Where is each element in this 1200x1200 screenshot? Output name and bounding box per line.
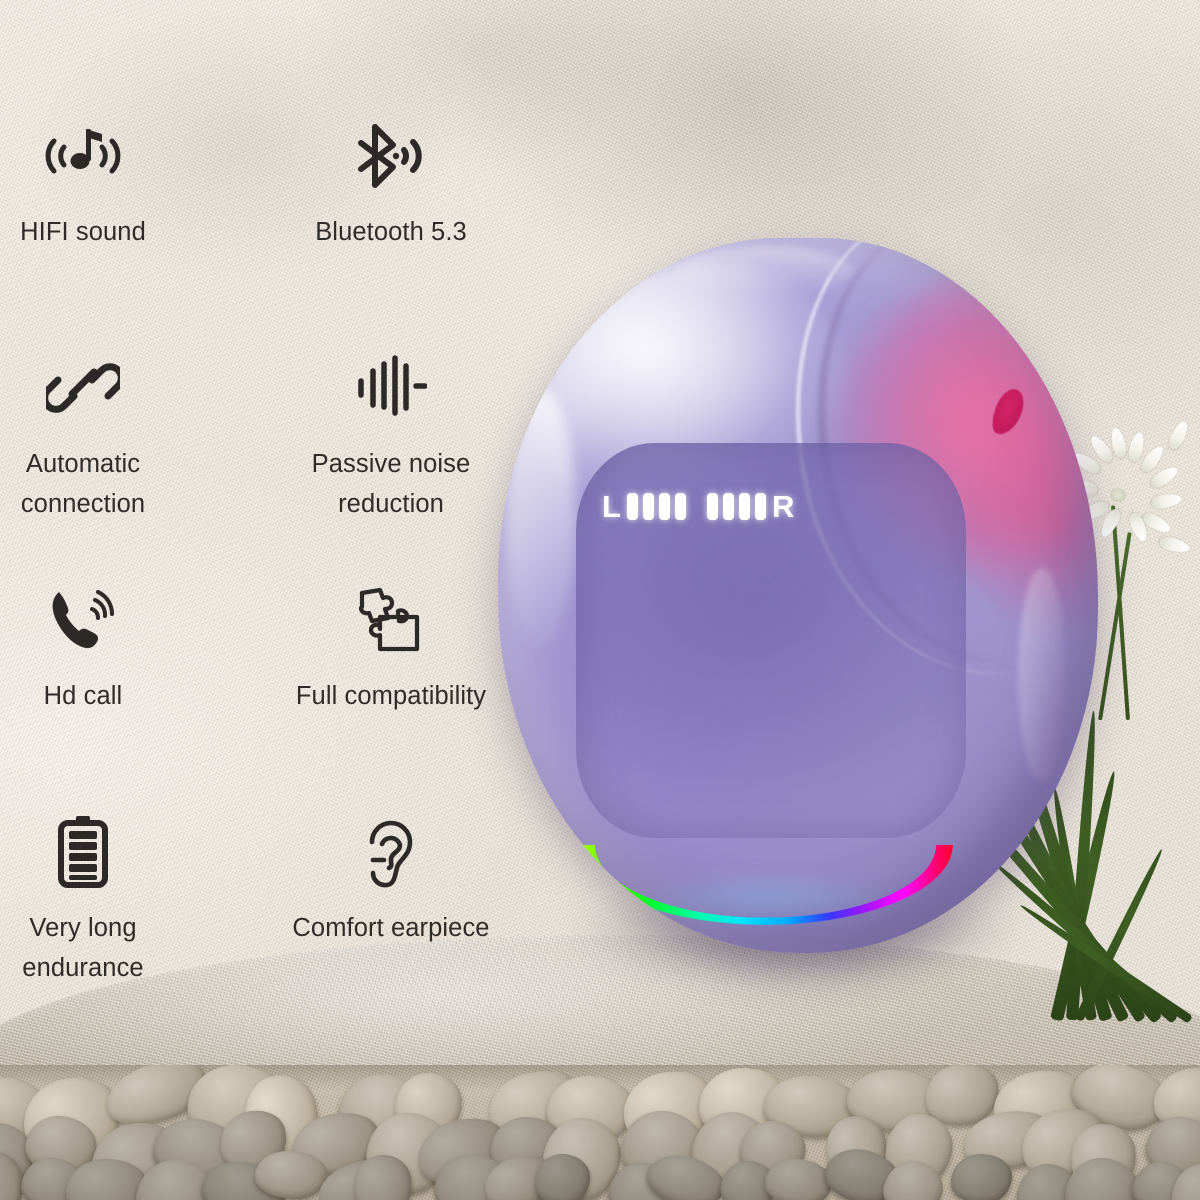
battery-percent-digits [614, 555, 934, 805]
case-body: L R [498, 238, 1098, 953]
rgb-light-strip [578, 823, 953, 928]
pebble-bed [0, 1065, 1200, 1200]
feature-item: Automatic connection [0, 350, 250, 582]
feature-item: Hd call [0, 582, 250, 814]
feature-item: HIFI sound [0, 118, 250, 350]
bluetooth-signal-icon [348, 118, 434, 194]
feature-label: Bluetooth 5.3 [315, 218, 467, 246]
feature-item: Comfort earpiece [250, 814, 520, 1046]
battery-bar [722, 492, 734, 520]
battery-bar [674, 492, 686, 520]
flower-center [1110, 488, 1126, 502]
battery-bar-group [626, 492, 686, 520]
battery-bar-group [706, 492, 766, 520]
feature-item: Very long endurance [0, 814, 250, 1046]
chain-link-icon [40, 350, 126, 426]
left-channel-label: L [602, 488, 621, 524]
earbud-case: L R [498, 238, 1098, 988]
pebble [534, 1153, 591, 1200]
battery-bar [706, 492, 718, 520]
feature-label: Very long endurance [22, 914, 144, 982]
feature-label: Full compatibility [295, 682, 487, 710]
feature-label: Passive noise reduction [311, 450, 471, 518]
phone-handset-waves-icon [40, 582, 126, 658]
pebble [950, 1154, 1012, 1200]
battery-bar [754, 492, 766, 520]
ear-icon [348, 814, 434, 890]
puzzle-pieces-icon [348, 582, 434, 658]
digit-ones [802, 564, 938, 796]
battery-bar [626, 492, 638, 520]
flower-petal [1150, 491, 1183, 511]
battery-bar [658, 492, 670, 520]
feature-label: Automatic connection [20, 450, 146, 518]
battery-full-icon [40, 814, 126, 890]
music-note-sound-waves-icon [40, 118, 126, 194]
flower-petal [1166, 418, 1191, 452]
feature-item: Bluetooth 5.3 [250, 118, 520, 350]
led-display-panel: L R [576, 443, 966, 838]
battery-bar [642, 492, 654, 520]
feature-label: Hd call [43, 682, 123, 710]
channel-battery-row: L R [602, 489, 940, 523]
feature-label: HIFI sound [20, 218, 146, 246]
feature-item: Full compatibility [250, 582, 520, 814]
audio-waveform-mute-icon [348, 350, 434, 426]
feature-label: Comfort earpiece [292, 914, 490, 942]
product-marketing-image: L R HIFI sound Bluetooth 5.3 Automatic c… [0, 0, 1200, 1200]
case-side-button[interactable] [1018, 568, 1066, 783]
feature-item: Passive noise reduction [250, 350, 520, 582]
flower-petal [1158, 535, 1191, 555]
digit-tens [610, 564, 746, 796]
feature-list: HIFI sound Bluetooth 5.3 Automatic conne… [0, 118, 520, 1046]
battery-bar-indicator [626, 492, 766, 520]
right-channel-label: R [771, 488, 795, 524]
battery-bar [738, 492, 750, 520]
